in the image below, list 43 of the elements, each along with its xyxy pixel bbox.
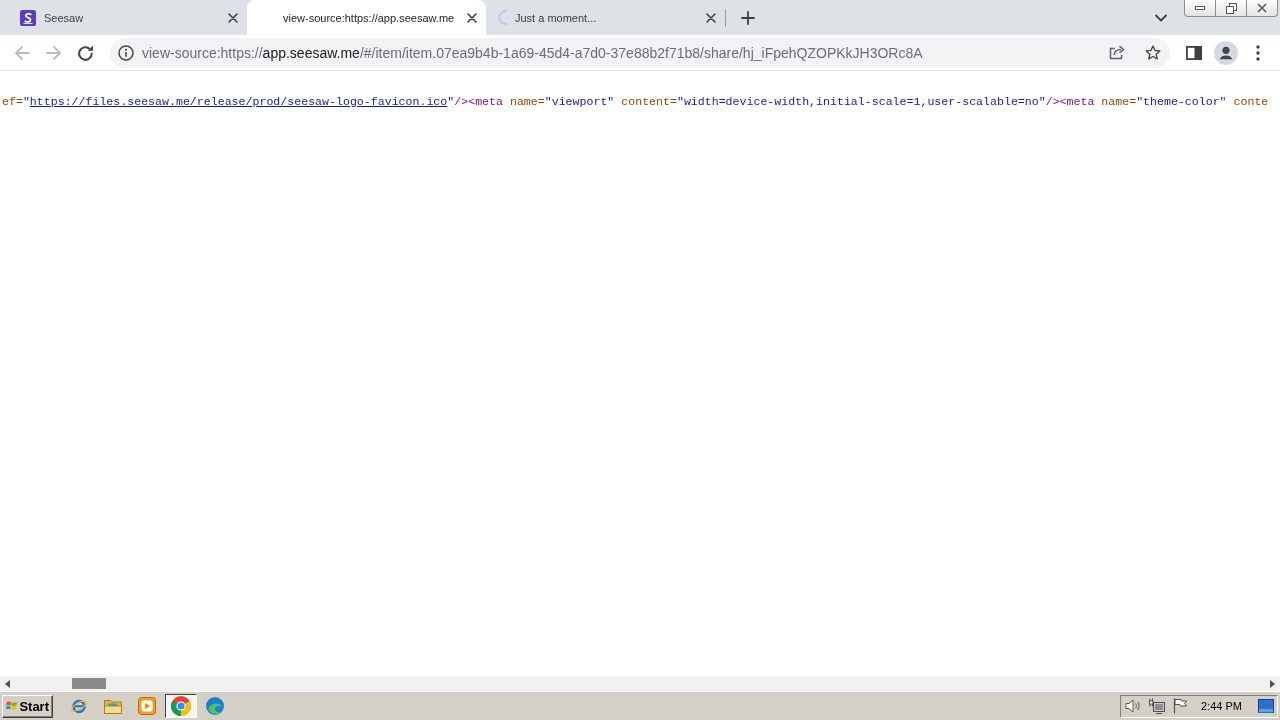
close-icon[interactable]	[706, 12, 716, 23]
round-logo-icon[interactable]	[171, 696, 191, 716]
flag-logo-icon	[6, 699, 18, 713]
network-computer-icon[interactable]	[1149, 698, 1166, 714]
plus-icon[interactable]	[741, 10, 755, 25]
wave-logo-icon[interactable]	[206, 697, 224, 715]
browser-tab[interactable]: Seesaw	[8, 0, 247, 35]
play-tile-icon[interactable]	[138, 697, 156, 715]
desktop-icon[interactable]	[1258, 699, 1274, 713]
info-icon[interactable]	[118, 44, 134, 61]
close-icon[interactable]	[228, 12, 238, 23]
close-icon	[1257, 3, 1267, 13]
chevron-down-icon[interactable]	[1155, 13, 1167, 22]
reload-icon[interactable]	[78, 44, 94, 61]
scroll-left-icon[interactable]	[5, 679, 10, 688]
speaker-icon[interactable]	[1125, 699, 1142, 713]
start-button[interactable]: Start	[2, 694, 53, 718]
scroll-right-icon[interactable]	[1270, 679, 1275, 688]
browser-tab[interactable]: view-source:https://app.seesaw.me	[247, 0, 486, 35]
avatar-icon[interactable]	[1214, 40, 1238, 65]
browser-tab[interactable]: Just a moment...	[486, 0, 725, 35]
address-bar[interactable]: view-source:https://app.seesaw.me/#/item/item.07ea9b4b-1a69-45d4-a7d0-37e88b2f71b8/share/hj_iFpehQZOPKkJH3ORc8A	[110, 37, 1170, 68]
e-logo-icon[interactable]	[70, 697, 88, 715]
flag-icon[interactable]	[1173, 698, 1188, 714]
star-icon[interactable]	[1145, 45, 1161, 60]
taskbar-button[interactable]	[165, 694, 197, 718]
minimize-icon	[1195, 6, 1205, 10]
restore-icon	[1225, 2, 1237, 14]
loading-spinner-icon	[498, 10, 507, 25]
source-code-line: ef="https://files.seesaw.me/release/prod/seesaw-logo-favicon.ico"/><meta name="viewport" content="width=device-width,initial-scale=1,user-scalable=no"/><meta name="theme-color" conte	[2, 94, 1269, 110]
logo-icon	[20, 9, 36, 26]
source-link[interactable]: https://files.seesaw.me/release/prod/seesaw-logo-favicon.ico	[29, 95, 448, 108]
folder-icon[interactable]	[104, 698, 122, 714]
minimize-button[interactable]	[1184, 0, 1216, 17]
close-icon[interactable]	[467, 12, 477, 23]
restore-button[interactable]	[1215, 0, 1247, 17]
close-button[interactable]	[1246, 0, 1278, 17]
scrollbar-thumb[interactable]	[72, 678, 106, 689]
menu-icon[interactable]	[1256, 44, 1260, 61]
clock-text: 2:44 PM	[1201, 700, 1242, 712]
horizontal-scrollbar[interactable]	[0, 676, 1280, 691]
share-icon[interactable]	[1109, 45, 1125, 60]
side-panel-icon[interactable]	[1186, 45, 1202, 60]
